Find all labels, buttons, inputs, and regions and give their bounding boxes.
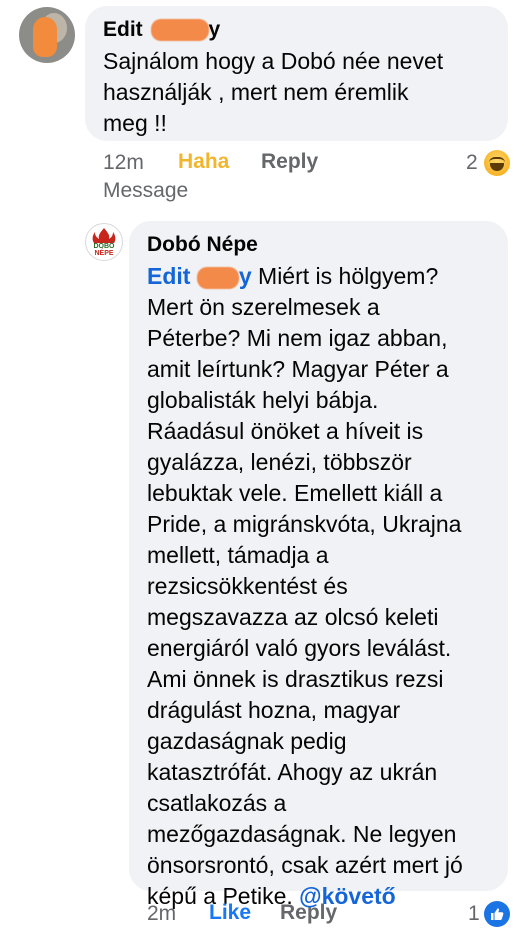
- reply-button[interactable]: Reply: [280, 901, 337, 925]
- comment-timestamp[interactable]: 12m: [103, 150, 144, 176]
- reply-timestamp[interactable]: 2m: [147, 901, 176, 927]
- dobo-nepe-logo-icon: DOBÓ NÉPE: [86, 224, 122, 260]
- mention-name-fragment: y: [239, 263, 252, 289]
- commenter-avatar[interactable]: [19, 7, 75, 63]
- mention-tag[interactable]: Edit y: [147, 263, 252, 289]
- like-button[interactable]: Like: [209, 901, 251, 925]
- reply-line: Ráadásul önöket a híveit is: [147, 416, 502, 447]
- reply-author[interactable]: Dobó Népe: [147, 233, 258, 257]
- comment-line: használják , mert nem éremlik: [103, 77, 503, 108]
- comment-bubble: Edit y Sajnálom hogy a Dobó née nevet ha…: [85, 6, 508, 141]
- comment-text: Sajnálom hogy a Dobó née nevet használjá…: [103, 46, 503, 139]
- author-name-fragment: y: [209, 18, 221, 41]
- reply-line: globalisták helyi bábja.: [147, 385, 502, 416]
- name-redaction: [151, 19, 209, 41]
- comment-author[interactable]: Edit y: [103, 18, 220, 42]
- mention-redaction: [197, 267, 239, 289]
- comment-line: Sajnálom hogy a Dobó née nevet: [103, 46, 503, 77]
- reply-button[interactable]: Reply: [261, 150, 318, 174]
- comment-line: meg !!: [103, 108, 503, 139]
- emoji-mouth: [490, 163, 504, 171]
- reaction-count[interactable]: 1: [468, 901, 480, 927]
- reply-line: katasztrófát. Ahogy az ukrán: [147, 757, 502, 788]
- thumbs-up-glyph: [489, 906, 505, 922]
- reply-line: gazdaságnak pedig: [147, 726, 502, 757]
- reply-bubble: Dobó Népe Edit y Miért is hölgyem? Mert …: [129, 221, 508, 891]
- reply-text: Edit y Miért is hölgyem? Mert ön szerelm…: [147, 261, 502, 912]
- reply-line: csatlakozás a: [147, 788, 502, 819]
- reply-line: drágulást hozna, magyar: [147, 695, 502, 726]
- svg-text:DOBÓ: DOBÓ: [94, 241, 116, 250]
- avatar-redaction: [33, 17, 57, 57]
- reply-line: Pride, a migránskvóta, Ukrajna: [147, 509, 502, 540]
- reply-line: Ami önnek is drasztikus rezsi: [147, 664, 502, 695]
- reply-line: mezőgazdaságnak. Ne legyen: [147, 819, 502, 850]
- author-first-name: Edit: [103, 18, 143, 41]
- reply-line: lebuktak vele. Emellett kiáll a: [147, 478, 502, 509]
- reply-line: Mert ön szerelmesek a: [147, 292, 502, 323]
- page-avatar[interactable]: DOBÓ NÉPE: [85, 223, 123, 261]
- reply-line: Miért is hölgyem?: [258, 263, 438, 289]
- reply-line: önsorsrontó, csak azért mert jó: [147, 850, 502, 881]
- message-button[interactable]: Message: [103, 178, 188, 204]
- reply-line: Péterbe? Mi nem igaz abban,: [147, 323, 502, 354]
- reply-line: mellett, támadja a: [147, 540, 502, 571]
- reply-line: gyalázza, lenézi, többször: [147, 447, 502, 478]
- reaction-count[interactable]: 2: [466, 150, 478, 176]
- reply-line: megszavazza az olcsó keleti: [147, 602, 502, 633]
- reply-line: amit leírtunk? Magyar Péter a: [147, 354, 502, 385]
- reply-line: energiáról való gyors leválást.: [147, 633, 502, 664]
- mention-first-name: Edit: [147, 263, 190, 289]
- reply-first-line: Edit y Miért is hölgyem?: [147, 261, 502, 292]
- reply-line: rezsicsökkentést és: [147, 571, 502, 602]
- thumbs-up-icon[interactable]: [484, 901, 510, 927]
- svg-text:NÉPE: NÉPE: [94, 248, 113, 257]
- haha-emoji-icon[interactable]: [484, 150, 510, 176]
- haha-reaction-button[interactable]: Haha: [178, 150, 229, 174]
